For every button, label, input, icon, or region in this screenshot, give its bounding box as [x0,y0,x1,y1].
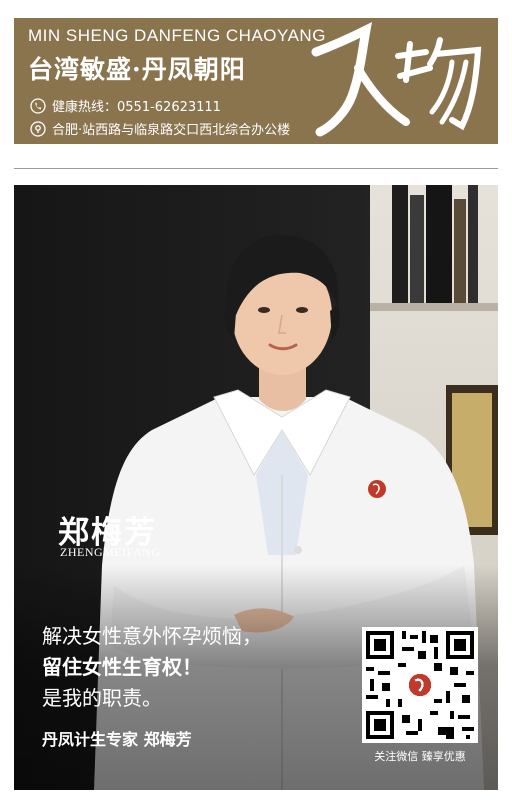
qr-pattern [362,627,478,743]
address-row: 合肥·站西路与临泉路交口西北综合办公楼 [30,119,290,138]
slogan-line-3: 是我的职责。 [42,686,162,710]
phone-icon [30,97,46,114]
brand-title-cn: 台湾敏盛·丹凤朝阳 [28,55,246,84]
address-text: 合肥·站西路与临泉路交口西北综合办公楼 [52,123,291,138]
slogan-line-1: 解决女性意外怀孕烦恼， [42,624,262,648]
hotline-row: 健康热线：0551-62623111 [30,96,221,115]
section-divider [14,168,498,169]
slogan-line-2: 留住女性生育权！ [42,655,202,679]
calligraphy-people-logo [311,22,482,137]
header-banner: MIN SHENG DANFENG CHAOYANG 台湾敏盛·丹凤朝阳 健康热… [14,18,498,144]
wechat-qr-code[interactable] [362,627,478,743]
brand-title-en: MIN SHENG DANFENG CHAOYANG [28,26,326,45]
location-pin-icon [30,120,46,137]
doctor-name-en: ZHENGMEIFANG [60,545,161,559]
qr-caption: 关注微信 臻享优惠 [374,750,466,763]
expert-label: 丹凤计生专家 郑梅芳 [42,730,192,749]
hotline-text: 健康热线：0551-62623111 [52,100,221,115]
